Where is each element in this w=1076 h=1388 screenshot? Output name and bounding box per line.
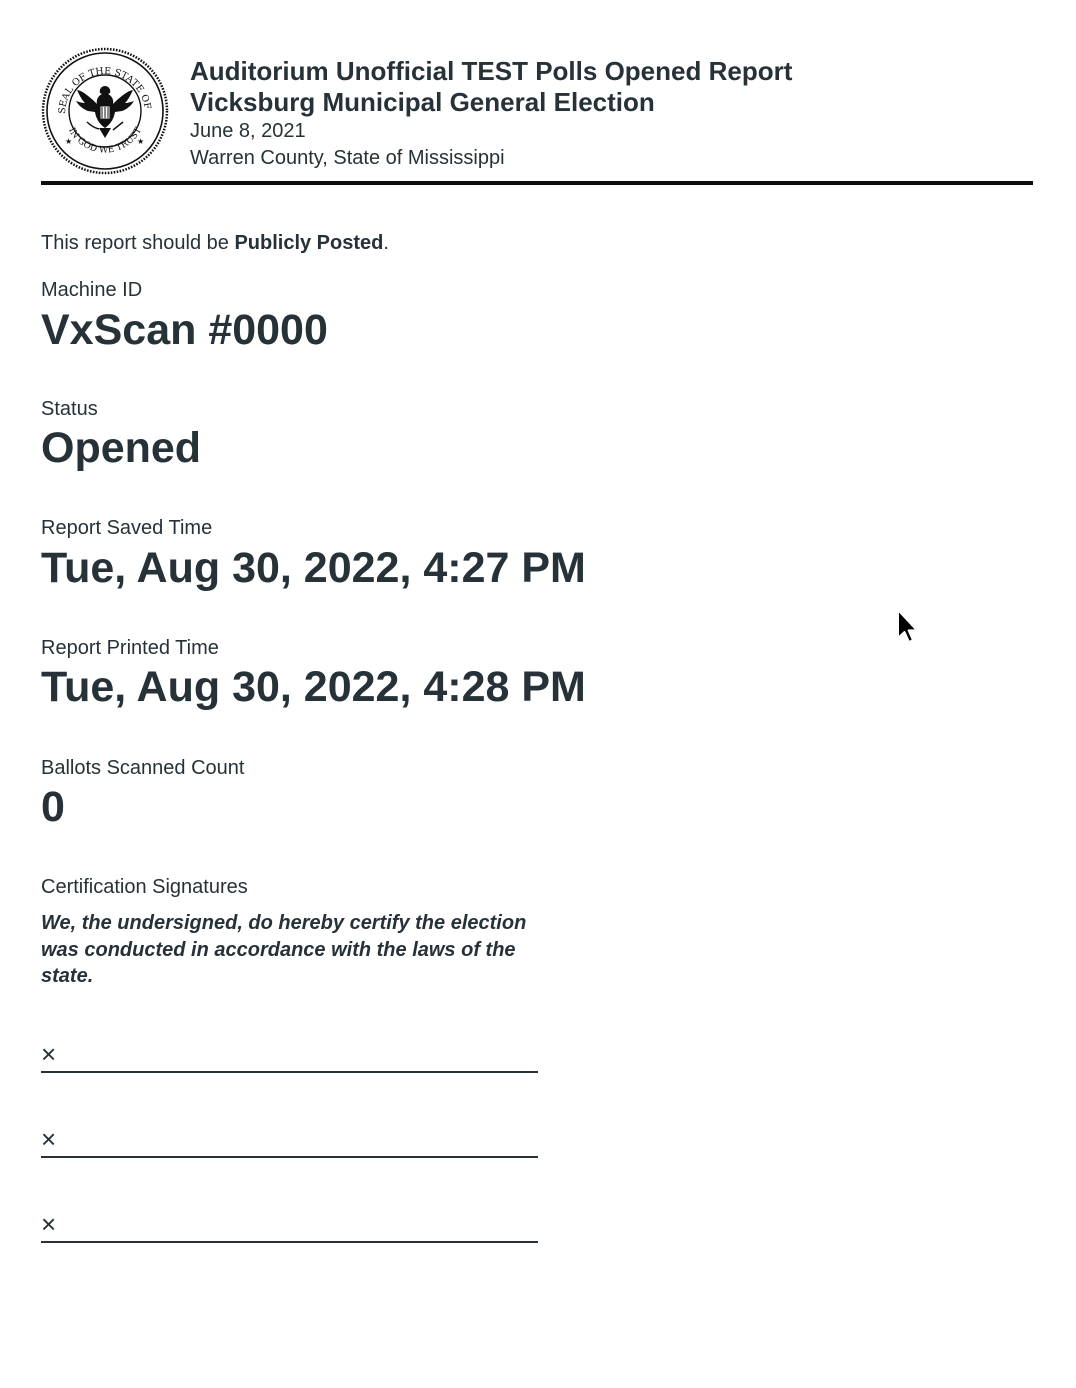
machine-id-value: VxScan #0000 bbox=[41, 306, 328, 354]
certification-statement: We, the undersigned, do hereby certify t… bbox=[41, 912, 527, 987]
report-printed-time-value: Tue, Aug 30, 2022, 4:28 PM bbox=[41, 663, 586, 711]
report-saved-time-value: Tue, Aug 30, 2022, 4:27 PM bbox=[41, 544, 586, 592]
svg-text:★: ★ bbox=[65, 137, 72, 146]
election-jurisdiction: Warren County, State of Mississippi bbox=[190, 147, 505, 169]
signature-x-mark: × bbox=[41, 1124, 57, 1154]
posting-notice-suffix: . bbox=[383, 232, 389, 254]
posting-notice: This report should be Publicly Posted. bbox=[41, 230, 389, 256]
status-value: Opened bbox=[41, 424, 202, 472]
signature-x-mark: × bbox=[41, 1209, 57, 1239]
posting-notice-prefix: This report should be bbox=[41, 232, 235, 254]
posting-notice-emphasis: Publicly Posted bbox=[234, 232, 384, 254]
status-label: Status bbox=[41, 398, 98, 420]
ballots-scanned-count-value: 0 bbox=[41, 783, 65, 831]
state-seal-icon: THE GREAT SEAL OF THE STATE OF MISSISSIP… bbox=[36, 38, 169, 176]
report-printed-time-label: Report Printed Time bbox=[41, 637, 219, 659]
svg-text:★: ★ bbox=[137, 137, 144, 146]
election-name: Vicksburg Municipal General Election bbox=[190, 87, 655, 117]
signature-line[interactable]: × bbox=[41, 1207, 538, 1243]
signature-x-mark: × bbox=[41, 1039, 57, 1069]
certification-label: Certification Signatures bbox=[41, 876, 248, 898]
header-text-block: Auditorium Unofficial TEST Polls Opened … bbox=[190, 56, 792, 172]
election-date: June 8, 2021 bbox=[190, 120, 306, 142]
mouse-pointer-icon bbox=[895, 608, 921, 646]
report-title: Auditorium Unofficial TEST Polls Opened … bbox=[190, 56, 793, 86]
signature-line[interactable]: × bbox=[41, 1037, 538, 1073]
header-divider bbox=[41, 181, 1033, 185]
machine-id-label: Machine ID bbox=[41, 279, 143, 301]
report-header: THE GREAT SEAL OF THE STATE OF MISSISSIP… bbox=[36, 38, 1033, 182]
report-saved-time-label: Report Saved Time bbox=[41, 517, 213, 539]
ballots-scanned-count-label: Ballots Scanned Count bbox=[41, 757, 245, 779]
signature-line[interactable]: × bbox=[41, 1122, 538, 1158]
